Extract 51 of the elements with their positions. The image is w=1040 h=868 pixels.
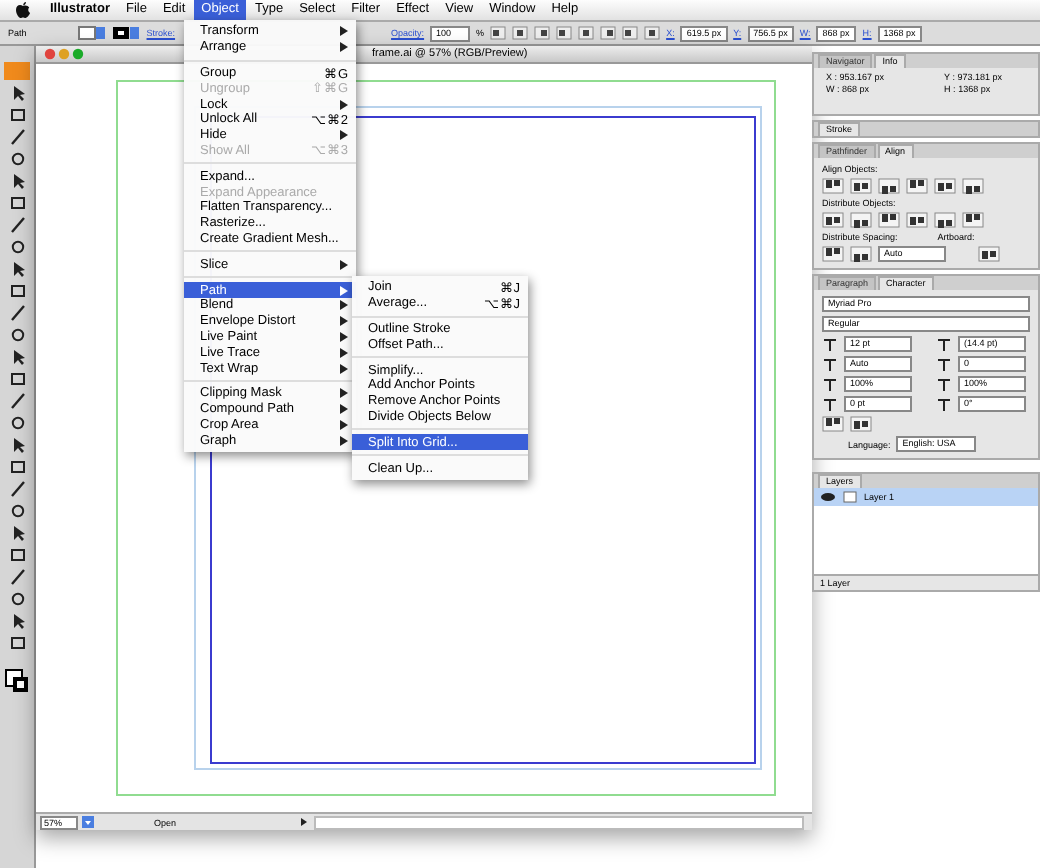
fill-swatch-icon[interactable] — [78, 26, 107, 40]
tool-icon[interactable] — [5, 392, 29, 410]
tool-icon[interactable] — [5, 546, 29, 564]
type-setting-icon — [936, 377, 952, 391]
tool-icon[interactable] — [5, 282, 29, 300]
tool-icon[interactable] — [5, 370, 29, 388]
tool-icon[interactable] — [5, 194, 29, 212]
apple-logo-icon[interactable] — [16, 2, 30, 18]
tool-icon[interactable] — [5, 634, 29, 652]
horizontal-scrollbar[interactable] — [314, 815, 804, 829]
eye-icon[interactable] — [820, 490, 836, 504]
align-icon[interactable] — [822, 178, 844, 194]
type-setting-icon — [936, 357, 952, 371]
tool-icon[interactable] — [5, 568, 29, 586]
type-setting-icon — [822, 377, 838, 391]
align-icon[interactable] — [906, 212, 928, 228]
align-icon[interactable] — [850, 178, 872, 194]
align-icon[interactable] — [962, 212, 984, 228]
type-setting-icon — [936, 337, 952, 351]
tool-icon[interactable] — [5, 480, 29, 498]
fill-stroke-icon[interactable] — [4, 668, 30, 696]
align-icon[interactable] — [962, 178, 984, 194]
type-setting-icon — [822, 397, 838, 411]
tool-icon[interactable] — [5, 216, 29, 234]
submenu-arrow-icon — [340, 259, 348, 270]
layer-thumbnail-icon — [842, 490, 858, 504]
align-icon[interactable] — [850, 212, 872, 228]
align-icon[interactable] — [850, 416, 872, 432]
align-icon[interactable] — [934, 212, 956, 228]
tool-icon[interactable] — [5, 458, 29, 476]
submenu-arrow-icon — [340, 99, 348, 110]
align-icon[interactable] — [934, 178, 956, 194]
align-icon[interactable] — [822, 212, 844, 228]
align-icon[interactable] — [822, 416, 844, 432]
align-icon[interactable] — [878, 212, 900, 228]
dropdown-icon[interactable] — [82, 816, 94, 828]
align-icon[interactable] — [906, 178, 928, 194]
ai-logo-icon — [4, 62, 30, 80]
type-setting-icon — [822, 337, 838, 351]
align-icon[interactable] — [878, 178, 900, 194]
tool-icon[interactable] — [5, 128, 29, 146]
align-icon[interactable] — [850, 246, 872, 262]
align-icon[interactable] — [822, 246, 844, 262]
tool-icon[interactable] — [5, 304, 29, 322]
tool-icon[interactable] — [5, 106, 29, 124]
type-setting-icon — [822, 357, 838, 371]
submenu-arrow-icon — [340, 130, 348, 141]
type-setting-icon — [936, 397, 952, 411]
stroke-swatch-icon[interactable] — [112, 26, 141, 40]
play-icon[interactable] — [298, 816, 310, 828]
align-icon[interactable] — [978, 246, 1000, 262]
